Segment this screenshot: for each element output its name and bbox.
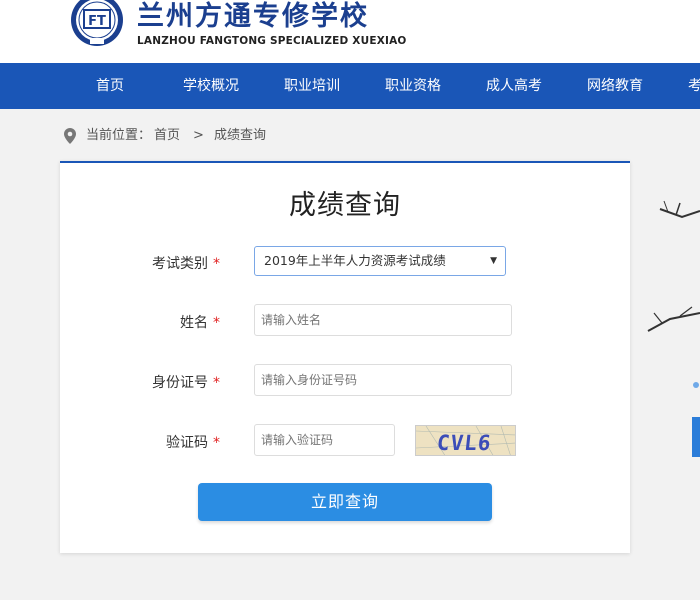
site-header: FT 兰州方通专修学校 LANZHOU FANGTONG SPECIALIZED… bbox=[0, 0, 700, 63]
nav-item-overflow[interactable]: 考 bbox=[688, 63, 700, 109]
exam-type-label-text: 考试类别 bbox=[152, 256, 208, 272]
school-emblem-logo[interactable]: FT bbox=[68, 0, 130, 52]
required-mark: * bbox=[213, 375, 220, 391]
nav-item-about[interactable]: 学校概况 bbox=[183, 63, 239, 109]
nav-item-home[interactable]: 首页 bbox=[96, 63, 124, 109]
nav-item-training[interactable]: 职业培训 bbox=[284, 63, 340, 109]
nav-item-qualification[interactable]: 职业资格 bbox=[385, 63, 441, 109]
school-name-subtitle: LANZHOU FANGTONG SPECIALIZED XUEXIAO bbox=[137, 35, 407, 47]
breadcrumb-home-link[interactable]: 首页 bbox=[154, 128, 180, 144]
main-nav: 首页 学校概况 职业培训 职业资格 成人高考 网络教育 考 bbox=[0, 63, 700, 109]
breadcrumb-current: 成绩查询 bbox=[214, 128, 267, 143]
id-number-label: 身份证号 * bbox=[60, 372, 220, 392]
captcha-text: CVL6 bbox=[436, 430, 493, 455]
score-query-card: 成绩查询 考试类别* 2019年上半年人力资源考试成绩 ▼ 姓名* 身份证号* … bbox=[60, 161, 630, 553]
page-title: 成绩查询 bbox=[289, 190, 401, 221]
exam-type-selected-value: 2019年上半年人力资源考试成绩 bbox=[264, 253, 446, 268]
breadcrumb-separator: > bbox=[193, 128, 204, 143]
name-input[interactable] bbox=[254, 304, 512, 336]
exam-type-label: 考试类别 * bbox=[60, 253, 220, 273]
school-name-title: 兰州方通专修学校 bbox=[137, 1, 369, 32]
captcha-image[interactable]: CVL6 bbox=[415, 425, 516, 456]
required-mark: * bbox=[213, 256, 220, 272]
id-number-label-text: 身份证号 bbox=[152, 375, 208, 391]
location-pin-icon bbox=[64, 128, 76, 144]
nav-item-online-edu[interactable]: 网络教育 bbox=[587, 63, 643, 109]
captcha-input[interactable] bbox=[254, 424, 395, 456]
plum-branch-decoration bbox=[640, 195, 700, 495]
required-mark: * bbox=[213, 315, 220, 331]
name-label: 姓名 * bbox=[60, 312, 220, 332]
emblem-text: FT bbox=[88, 14, 106, 29]
dropdown-arrow-icon: ▼ bbox=[490, 256, 497, 266]
id-number-input[interactable] bbox=[254, 364, 512, 396]
name-label-text: 姓名 bbox=[180, 315, 208, 331]
nav-item-adult-exam[interactable]: 成人高考 bbox=[486, 63, 542, 109]
breadcrumb-prefix: 当前位置： bbox=[86, 128, 152, 143]
query-submit-button[interactable]: 立即查询 bbox=[198, 483, 492, 521]
captcha-label: 验证码 * bbox=[60, 432, 220, 452]
captcha-label-text: 验证码 bbox=[166, 435, 208, 451]
exam-type-select[interactable]: 2019年上半年人力资源考试成绩 ▼ bbox=[254, 246, 506, 276]
required-mark: * bbox=[213, 435, 220, 451]
